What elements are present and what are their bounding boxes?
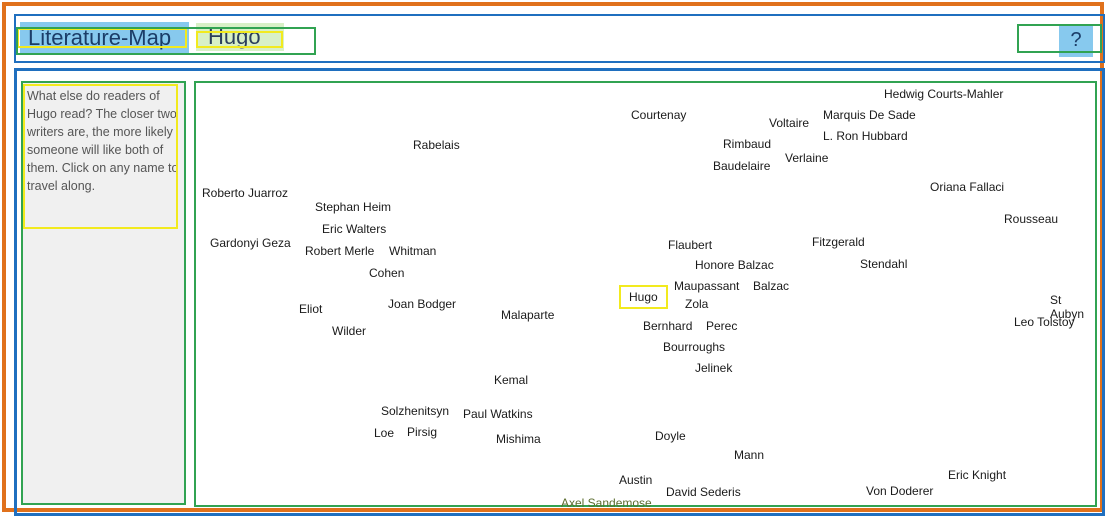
author-link-stendahl[interactable]: Stendahl [860,257,907,271]
author-link-bourroughs[interactable]: Bourroughs [663,340,725,354]
author-link-wilder[interactable]: Wilder [332,324,366,338]
author-link-jelinek[interactable]: Jelinek [695,361,732,375]
author-link-zola[interactable]: Zola [685,297,708,311]
author-link-st[interactable]: St [1050,293,1061,307]
sidebar-description: What else do readers of Hugo read? The c… [27,89,179,193]
author-link-whitman[interactable]: Whitman [389,244,436,258]
author-link-marquis-de-sade[interactable]: Marquis De Sade [823,108,916,122]
author-link-david-sederis[interactable]: David Sederis [666,485,741,499]
author-link-eliot[interactable]: Eliot [299,302,322,316]
sidebar: What else do readers of Hugo read? The c… [21,81,186,505]
author-link-flaubert[interactable]: Flaubert [668,238,712,252]
author-link-malaparte[interactable]: Malaparte [501,308,554,322]
author-link-balzac[interactable]: Balzac [753,279,789,293]
author-link-mann[interactable]: Mann [734,448,764,462]
help-button[interactable]: ? [1059,24,1093,57]
author-link-bernhard[interactable]: Bernhard [643,319,692,333]
author-link-hedwig-courts-mahler[interactable]: Hedwig Courts-Mahler [884,87,1003,101]
site-logo[interactable]: Literature-Map [20,22,190,54]
author-link-robert-merle[interactable]: Robert Merle [305,244,374,258]
author-search-box[interactable]: Hugo [196,23,284,51]
author-link-l-ron-hubbard[interactable]: L. Ron Hubbard [823,129,908,143]
author-link-fitzgerald[interactable]: Fitzgerald [812,235,865,249]
author-link-axel-sandemose[interactable]: Axel Sandemose [561,496,652,510]
author-link-verlaine[interactable]: Verlaine [785,151,828,165]
main-content: What else do readers of Hugo read? The c… [14,68,1105,516]
author-link-eric-knight[interactable]: Eric Knight [948,468,1006,482]
author-link-joan-bodger[interactable]: Joan Bodger [388,297,456,311]
author-link-gardonyi-geza[interactable]: Gardonyi Geza [210,236,291,250]
author-link-rimbaud[interactable]: Rimbaud [723,137,771,151]
author-link-rousseau[interactable]: Rousseau [1004,212,1058,226]
author-link-rabelais[interactable]: Rabelais [413,138,460,152]
current-author-label: Hugo [208,24,261,49]
author-link-von-doderer[interactable]: Von Doderer [866,484,933,498]
author-link-cohen[interactable]: Cohen [369,266,404,280]
author-link-loe[interactable]: Loe [374,426,394,440]
author-link-roberto-juarroz[interactable]: Roberto Juarroz [202,186,288,200]
author-link-perec[interactable]: Perec [706,319,737,333]
author-link-kemal[interactable]: Kemal [494,373,528,387]
author-link-courtenay[interactable]: Courtenay [631,108,686,122]
author-link-voltaire[interactable]: Voltaire [769,116,809,130]
author-link-maupassant[interactable]: Maupassant [674,279,739,293]
author-link-stephan-heim[interactable]: Stephan Heim [315,200,391,214]
author-link-pirsig[interactable]: Pirsig [407,425,437,439]
author-link-eric-walters[interactable]: Eric Walters [322,222,386,236]
author-link-honore-balzac[interactable]: Honore Balzac [695,258,774,272]
header-bar: Literature-Map Hugo ? [14,14,1105,63]
author-link-baudelaire[interactable]: Baudelaire [713,159,770,173]
author-link-mishima[interactable]: Mishima [496,432,541,446]
logo-text: Literature-Map [28,25,172,50]
author-link-leo-tolstoy[interactable]: Leo Tolstoy [1014,315,1075,329]
author-link-austin[interactable]: Austin [619,473,652,487]
help-icon: ? [1070,29,1082,51]
author-link-solzhenitsyn[interactable]: Solzhenitsyn [381,404,449,418]
literature-map-panel: Hedwig Courts-Mahler Courtenay Marquis D… [194,81,1097,510]
author-link-oriana-fallaci[interactable]: Oriana Fallaci [930,180,1004,194]
author-link-paul-watkins[interactable]: Paul Watkins [463,407,533,421]
author-link-doyle[interactable]: Doyle [655,429,686,443]
author-link-hugo-current[interactable]: Hugo [619,285,668,309]
